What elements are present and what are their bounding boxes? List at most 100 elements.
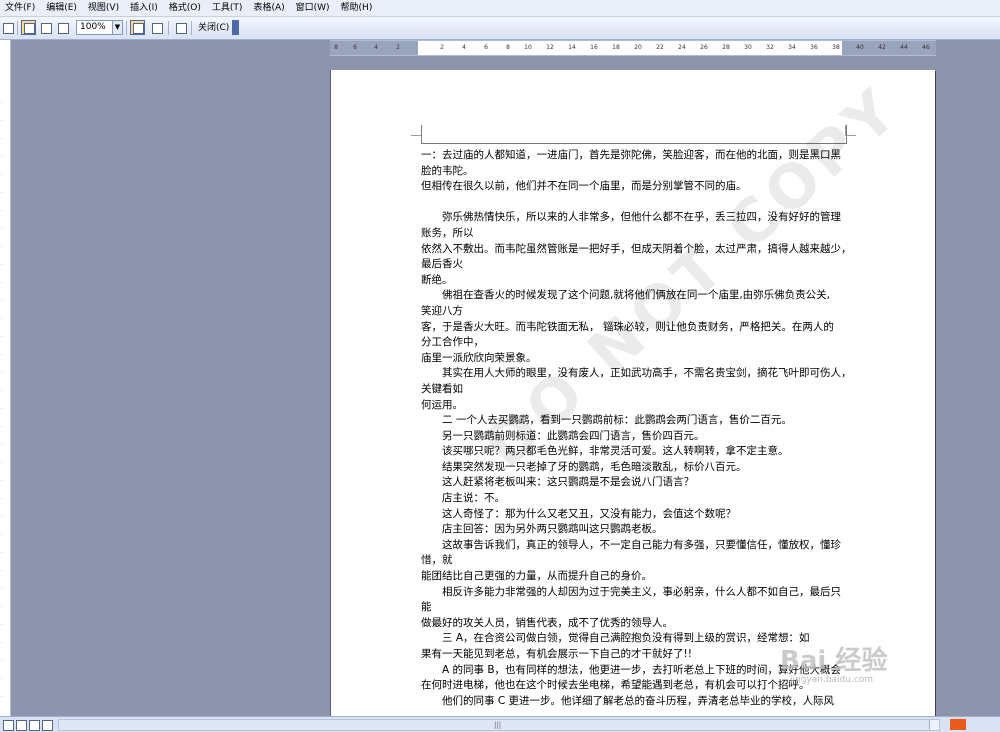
vertical-ruler-mark: · (1, 118, 3, 124)
toolbar-separator (126, 21, 127, 35)
vertical-ruler-mark: · (1, 388, 3, 394)
print-icon[interactable] (0, 20, 15, 35)
ruler-tick-label: 38 (832, 44, 840, 51)
vertical-ruler[interactable]: · · · · · · · · · · · · · · · · · · · · · · · · · · · · · · · · · · (0, 40, 11, 716)
ruler-tick-label: 46 (922, 44, 930, 51)
vertical-ruler-mark: · (1, 136, 3, 142)
menu-item[interactable]: 工具(T) (207, 0, 249, 16)
ruler-tick-label: 22 (656, 44, 664, 51)
ruler-tick-label: 40 (856, 44, 864, 51)
view-ruler-icon[interactable] (130, 20, 145, 35)
vertical-ruler-mark: · (1, 496, 3, 502)
horizontal-scrollbar[interactable]: ||| (58, 719, 940, 731)
normal-view-icon[interactable] (3, 720, 14, 731)
print-layout-icon[interactable] (29, 720, 40, 731)
document-line: 这人奇怪了：那为什么又老又丑，又没有能力，会值这个数呢？ (442, 507, 736, 520)
menu-item[interactable]: 帮助(H) (336, 0, 379, 16)
brand-url: jingyan.baidu.com (790, 675, 874, 685)
toolbar-separator (17, 21, 18, 35)
scrollbar-thumb[interactable]: ||| (59, 720, 930, 730)
multiple-pages-icon[interactable] (55, 20, 70, 35)
vertical-ruler-mark: · (1, 658, 3, 664)
ruler-tick-label: 6 (353, 44, 357, 51)
vertical-ruler-mark: · (1, 172, 3, 178)
ruler-tick-label: 30 (744, 44, 752, 51)
document-line: 这故事告诉我们，真正的领导人，不一定自己能力有多强，只要懂信任，懂放权，懂珍 (442, 538, 841, 551)
status-bar: ||| (0, 716, 1000, 732)
vertical-ruler-mark: · (1, 568, 3, 574)
vertical-ruler-mark: · (1, 334, 3, 340)
ruler-tick-label: 32 (766, 44, 774, 51)
vertical-ruler-mark: · (1, 460, 3, 466)
ruler-tick-label: 10 (524, 44, 532, 51)
toolbar-options-icon[interactable] (232, 20, 239, 35)
vertical-ruler-mark: · (1, 442, 3, 448)
ruler-tick-label: 4 (374, 44, 378, 51)
vertical-ruler-mark: · (1, 208, 3, 214)
ruler-tick-label: 16 (590, 44, 598, 51)
document-line: 能 (421, 601, 432, 614)
full-screen-icon[interactable] (173, 20, 188, 35)
document-line: 能团结比自己更强的力量，从而提升自己的身价。 (421, 570, 652, 583)
menu-item[interactable]: 插入(I) (125, 0, 164, 16)
page-header-area (421, 125, 847, 144)
menu-item[interactable]: 格式(O) (164, 0, 207, 16)
vertical-ruler-mark: · (1, 316, 3, 322)
vertical-ruler-mark: · (1, 406, 3, 412)
ruler-tick-label: 8 (334, 44, 338, 51)
vertical-ruler-mark: · (1, 298, 3, 304)
vertical-ruler-mark: · (1, 622, 3, 628)
ruler-tick-label: 34 (788, 44, 796, 51)
brand-logo: Bai 经验 (780, 646, 888, 676)
print-preview-toolbar: 100% ▼ 关闭(C) (0, 17, 1000, 40)
menu-item[interactable]: 编辑(E) (41, 0, 83, 16)
close-preview-button[interactable]: 关闭(C) (194, 20, 233, 35)
document-line: 惜，就 (421, 554, 453, 567)
vertical-ruler-mark: · (1, 280, 3, 286)
vertical-ruler-mark: · (1, 370, 3, 376)
magnifier-icon[interactable] (21, 20, 36, 35)
document-line: 关键看如 (421, 382, 463, 395)
menu-bar: 文件(F) 编辑(E) 视图(V) 插入(I) 格式(O) 工具(T) 表格(A) 窗口(W)… (0, 0, 1000, 17)
document-line: 在何时进电梯，他也在这个时候去坐电梯，希望能遇到老总，有机会可以打个招呼。 (421, 679, 810, 692)
ruler-tick-label: 6 (484, 44, 488, 51)
vertical-ruler-mark: · (1, 676, 3, 682)
ruler-tick-label: 2 (440, 44, 444, 51)
ruler-tick-label: 12 (546, 44, 554, 51)
vertical-ruler-mark: · (1, 550, 3, 556)
menu-item[interactable]: 表格(A) (248, 0, 290, 16)
vertical-ruler-mark: · (1, 424, 3, 430)
vertical-ruler-mark: · (1, 604, 3, 610)
tray-app-icon[interactable] (950, 719, 966, 730)
vertical-ruler-mark: · (1, 244, 3, 250)
vertical-ruler-mark: · (1, 352, 3, 358)
ruler-tick-label: 14 (568, 44, 576, 51)
web-layout-icon[interactable] (16, 720, 27, 731)
ruler-tick-label: 4 (462, 44, 466, 51)
one-page-icon[interactable] (38, 20, 53, 35)
vertical-ruler-mark: · (1, 640, 3, 646)
menu-item[interactable]: 窗口(W) (291, 0, 336, 16)
outline-view-icon[interactable] (42, 720, 53, 731)
horizontal-ruler[interactable]: 8 6 4 2 2 4 6 8 10 12 14 16 18 20 22 24 26 28 30 32 34 36 38 40… (330, 40, 936, 56)
document-line: 店主说：不。 (442, 492, 505, 505)
vertical-ruler-mark: · (1, 586, 3, 592)
menu-item[interactable]: 视图(V) (83, 0, 125, 16)
menu-item[interactable]: 文件(F) (0, 0, 41, 16)
document-page: 一：去过庙的人都知道，一进庙门，首先是弥陀佛，笑脸迎客，而在他的北面，则是黑口黑… (331, 70, 935, 720)
ruler-tick-label: 42 (878, 44, 886, 51)
zoom-dropdown-icon[interactable]: ▼ (112, 20, 123, 35)
ruler-tick-label: 28 (722, 44, 730, 51)
vertical-ruler-mark: · (1, 226, 3, 232)
ruler-tick-label: 18 (612, 44, 620, 51)
ruler-tick-label: 26 (700, 44, 708, 51)
document-line: 他们的同事 C 更进一步。他详细了解老总的奋斗历程，弄清老总毕业的学校，人际风 (442, 694, 835, 707)
document-line: 相反许多能力非常强的人却因为过于完美主义，事必躬亲，什么人都不如自己，最后只 (442, 585, 841, 598)
vertical-ruler-mark: · (1, 694, 3, 700)
vertical-ruler-mark: · (1, 154, 3, 160)
document-line: 何运用。 (421, 398, 463, 411)
ruler-tick-label: 8 (506, 44, 510, 51)
shrink-to-fit-icon[interactable] (149, 20, 164, 35)
ruler-tick-label: 24 (678, 44, 686, 51)
document-line: 做最好的攻关人员，销售代表，成不了优秀的领导人。 (421, 616, 673, 629)
